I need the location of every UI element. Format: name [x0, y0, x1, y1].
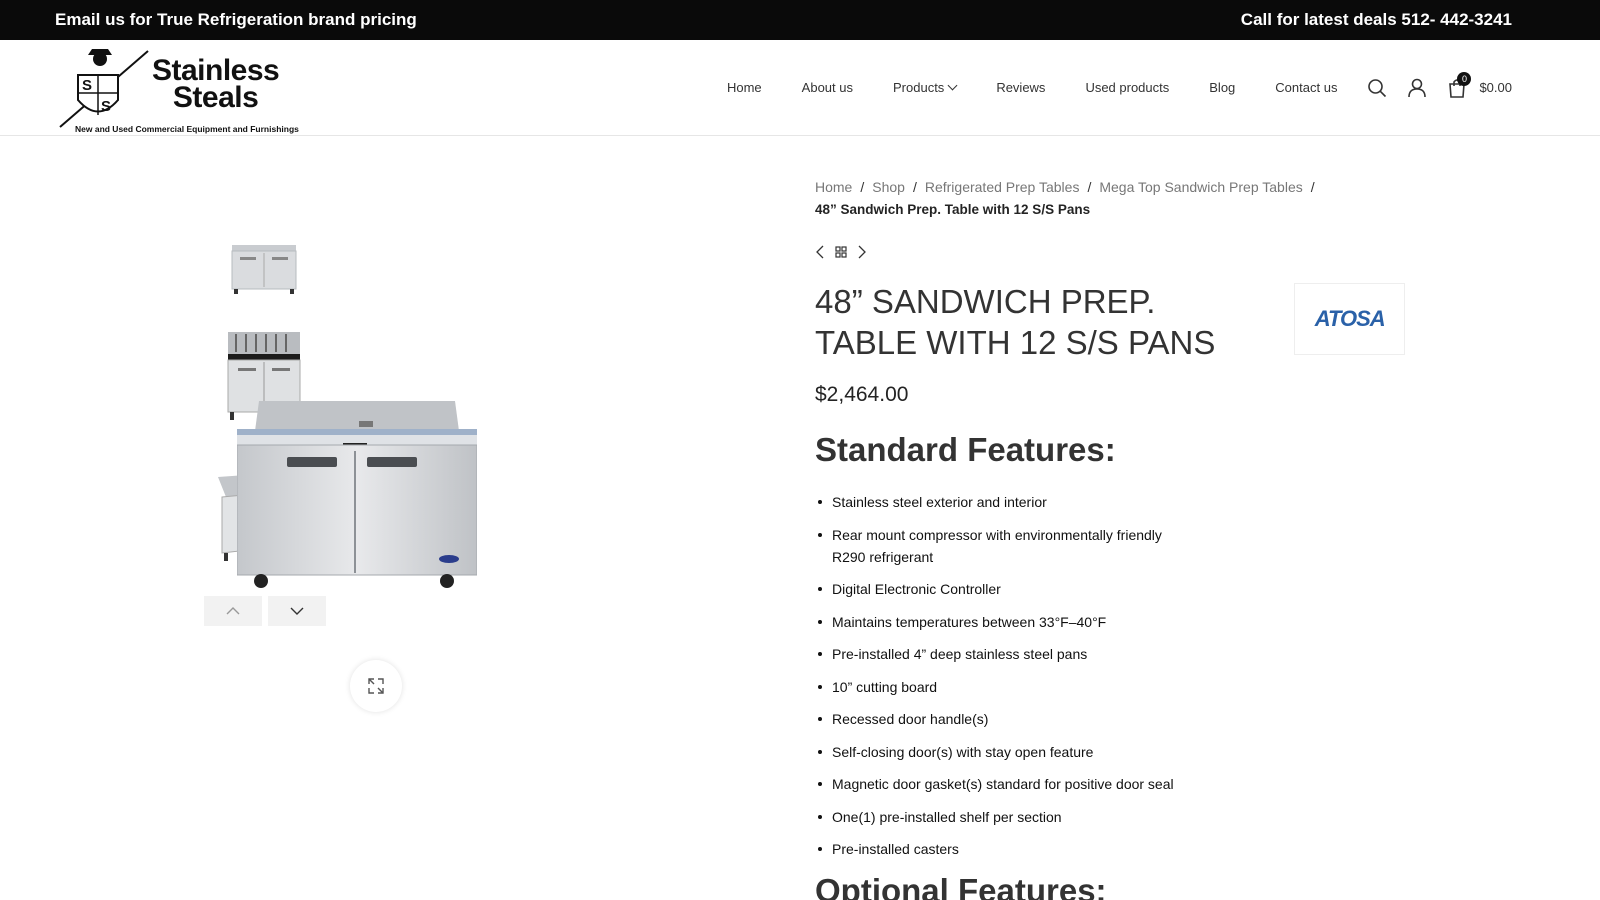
- feature-item: Maintains temperatures between 33°F–40°F: [815, 611, 1405, 633]
- previous-product-icon[interactable]: [815, 245, 825, 259]
- feature-item: Digital Electronic Controller: [815, 578, 1405, 600]
- nav-about-label: About us: [801, 80, 853, 95]
- breadcrumb-separator: /: [1087, 179, 1092, 195]
- product-title: 48” Sandwich Prep. Table with 12 S/S Pan…: [815, 283, 1216, 361]
- search-button[interactable]: [1357, 68, 1397, 108]
- knight-shield-logo-icon: S S: [58, 45, 150, 131]
- nav-blog-label: Blog: [1209, 80, 1236, 95]
- chevron-up-icon: [226, 607, 240, 615]
- expand-icon: [368, 678, 384, 694]
- product-summary: Home / Shop / Refrigerated Prep Tables / Mega …: [815, 176, 1405, 900]
- feature-item: One(1) pre-installed shelf per section: [815, 806, 1405, 828]
- next-product-icon[interactable]: [857, 245, 867, 259]
- brand-logo: ATOSA: [1314, 306, 1386, 331]
- nav-blog[interactable]: Blog: [1209, 80, 1235, 95]
- feature-item: Stainless steel exterior and interior: [815, 491, 1405, 513]
- cart-button[interactable]: 0: [1437, 68, 1477, 108]
- feature-item: Pre-installed 4” deep stainless steel pa…: [815, 643, 1405, 665]
- nav-used-products[interactable]: Used products: [1085, 80, 1169, 95]
- svg-text:S: S: [82, 77, 92, 94]
- site-header: S S Stainless Steals New and Used Commer…: [0, 40, 1600, 136]
- nav-about-us[interactable]: About us: [802, 80, 853, 95]
- nav-contact-us[interactable]: Contact us: [1275, 80, 1337, 95]
- feature-item: Pre-installed casters: [815, 838, 1405, 860]
- logo-line-1: Stainless: [152, 53, 280, 87]
- nav-contact-label: Contact us: [1275, 80, 1338, 95]
- prep-table-main-image: [236, 401, 478, 588]
- breadcrumb-separator: /: [912, 179, 917, 195]
- logo-tagline: New and Used Commercial Equipment and Fu…: [75, 123, 299, 134]
- nav-products-label: Products: [893, 80, 945, 95]
- cart-total[interactable]: $0.00: [1479, 80, 1512, 95]
- nav-used-label: Used products: [1085, 80, 1170, 95]
- account-button[interactable]: [1397, 68, 1437, 108]
- user-icon: [1408, 78, 1427, 97]
- feature-item: Magnetic door gasket(s) standard for pos…: [815, 773, 1405, 795]
- feature-item: Self-closing door(s) with stay open feat…: [815, 741, 1405, 763]
- breadcrumb-home[interactable]: Home: [815, 179, 852, 195]
- product-price: $2,464.00: [815, 383, 909, 406]
- thumbnails-next-button[interactable]: [268, 596, 326, 626]
- feature-item: 10” cutting board: [815, 676, 1405, 698]
- feature-item: Rear mount compressor with environmental…: [815, 524, 1405, 568]
- main-product-image[interactable]: [236, 401, 478, 596]
- thumbnails-prev-button[interactable]: [204, 596, 262, 626]
- prep-table-thumbnail-image: [231, 245, 297, 294]
- main-nav: Home About us Products Reviews Used prod…: [727, 80, 1337, 95]
- breadcrumb-separator: /: [1310, 179, 1315, 195]
- optional-features-heading: Optional Features:: [815, 872, 1107, 900]
- call-deals-text: Call for latest deals 512- 442-3241: [1240, 10, 1512, 29]
- email-promo-text: Email us for True Refrigeration brand pr…: [55, 10, 417, 29]
- fullscreen-zoom-button[interactable]: [350, 660, 402, 712]
- chevron-down-icon: [290, 607, 304, 615]
- nav-reviews[interactable]: Reviews: [996, 80, 1045, 95]
- breadcrumb: Home / Shop / Refrigerated Prep Tables / Mega …: [815, 176, 1405, 221]
- breadcrumb-shop[interactable]: Shop: [872, 179, 905, 195]
- logo-line-2: Steals: [172, 80, 259, 114]
- nav-reviews-label: Reviews: [996, 80, 1046, 95]
- nav-products[interactable]: Products: [893, 80, 958, 95]
- chevron-down-icon: [947, 80, 958, 91]
- breadcrumb-mega-top-sandwich-prep-tables[interactable]: Mega Top Sandwich Prep Tables: [1099, 179, 1302, 195]
- site-logo[interactable]: S S Stainless Steals New and Used Commer…: [58, 45, 318, 134]
- cart-count-badge: 0: [1457, 71, 1472, 86]
- breadcrumb-current: 48” Sandwich Prep. Table with 12 S/S Pan…: [815, 202, 1091, 217]
- product-navigation: [815, 243, 1405, 261]
- top-announcement-bar: Email us for True Refrigeration brand pr…: [0, 0, 1600, 40]
- standard-features-heading: Standard Features:: [815, 431, 1116, 468]
- svg-text:S: S: [101, 98, 111, 115]
- product-page: Home / Shop / Refrigerated Prep Tables / Mega …: [0, 136, 1600, 900]
- brand-logo-box[interactable]: ATOSA: [1294, 283, 1405, 355]
- standard-features-list: Stainless steel exterior and interior Re…: [815, 491, 1405, 860]
- nav-home[interactable]: Home: [727, 80, 762, 95]
- feature-item: Recessed door handle(s): [815, 708, 1405, 730]
- nav-home-label: Home: [726, 80, 762, 95]
- header-icons: 0 $0.00: [1357, 68, 1512, 108]
- breadcrumb-refrigerated-prep-tables[interactable]: Refrigerated Prep Tables: [925, 179, 1080, 195]
- gallery-thumbnail[interactable]: [200, 232, 328, 302]
- grid-back-to-shop-icon[interactable]: [835, 246, 847, 258]
- search-icon: [1368, 78, 1387, 97]
- breadcrumb-separator: /: [860, 179, 865, 195]
